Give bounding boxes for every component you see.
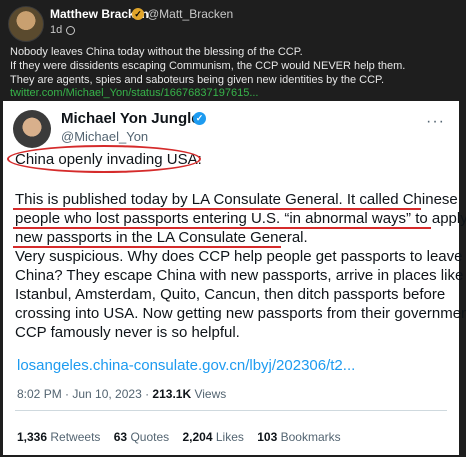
tweet-body-line: China? They escape China with new passpo… (15, 267, 464, 284)
tweet-link: losangeles.china-consulate.gov.cn/lbyj/2… (17, 357, 356, 374)
tweet-timestamp: 8:02 PM · Jun 10, 2023 · (17, 387, 150, 401)
tweet-body-line: people who lost passports entering U.S. … (15, 210, 466, 227)
tweet-views-count: 213.1K (152, 387, 192, 401)
tweet-author-name: Michael Yon Jungle (61, 110, 200, 127)
author-avatar[interactable] (8, 6, 44, 42)
divider (15, 410, 447, 411)
post-text: Nobody leaves China today without the bl… (10, 45, 405, 87)
red-underline-annotation (13, 208, 421, 210)
post-time[interactable]: 1d (50, 24, 62, 36)
globe-icon (66, 26, 75, 35)
tweet-body-line: crossing into USA. Now getting new passp… (15, 305, 466, 322)
tweet-stats: 1,336 Retweets 63 Quotes 2,204 Likes 103… (17, 430, 351, 444)
embedded-tweet-screenshot: Michael Yon Jungle ✓ @Michael_Yon ··· Ch… (3, 101, 466, 455)
tweet-body-line: This is published today by LA Consulate … (15, 191, 458, 208)
tweet-body: This is published today by LA Consulate … (15, 190, 466, 342)
tweet-author-avatar (13, 110, 51, 148)
social-post: Matthew Bracken ✓ @Matt_Bracken 1d Nobod… (0, 0, 466, 457)
verified-check-icon: ✓ (193, 112, 206, 125)
post-text-line: Nobody leaves China today without the bl… (10, 46, 303, 58)
red-underline-annotation (13, 227, 431, 229)
retweets-stat: 1,336 Retweets (17, 430, 101, 444)
post-text-line: They are agents, spies and saboteurs bei… (10, 74, 385, 86)
more-options-icon: ··· (426, 113, 445, 130)
tweet-views-label: Views (194, 387, 227, 401)
likes-stat: 2,204 Likes (182, 430, 244, 444)
red-circle-annotation (7, 145, 201, 173)
quotes-stat: 63 Quotes (113, 430, 170, 444)
post-link[interactable]: twitter.com/Michael_Yon/status/166768371… (10, 87, 258, 99)
tweet-body-line: Istanbul, Amsterdam, Quito, Cancun, then… (15, 286, 446, 303)
tweet-body-line: CCP famously never is so helpful. (15, 324, 240, 341)
tweet-author-handle: @Michael_Yon (61, 129, 149, 144)
post-text-line: If they were dissidents escaping Communi… (10, 60, 406, 72)
red-underline-annotation (13, 246, 281, 248)
tweet-body-line: Very suspicious. Why does CCP help peopl… (15, 248, 463, 265)
verified-badge-icon: ✓ (132, 8, 144, 20)
bookmarks-stat: 103 Bookmarks (257, 430, 341, 444)
tweet-body-line: new passports in the LA Consulate Genera… (15, 229, 308, 246)
post-author-handle[interactable]: @Matt_Bracken (147, 7, 233, 21)
tweet-meta: 8:02 PM · Jun 10, 2023 · 213.1K Views (17, 387, 226, 401)
